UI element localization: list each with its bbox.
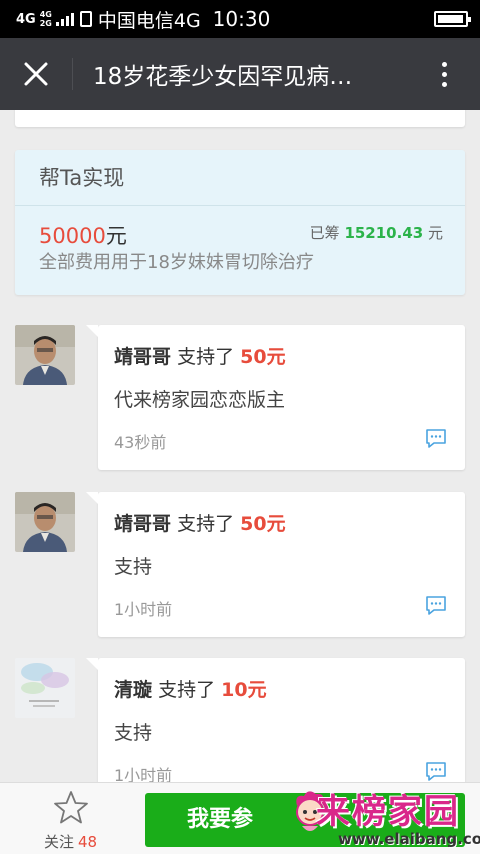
comment-bubble: 靖哥哥 支持了 50元 支持 1小时前 — [86, 492, 465, 637]
previous-card — [15, 110, 465, 127]
support-action: 支持了 — [177, 346, 235, 368]
reply-icon[interactable] — [425, 427, 447, 449]
carrier-name: 中国电信4G — [97, 9, 201, 32]
follow-label: 关注 48 — [44, 831, 97, 852]
comment-text: 代来榜家园恋恋版主 — [114, 389, 286, 411]
watermark: 来榜家园 www.elaibang.com — [278, 784, 480, 854]
comment-bubble: 靖哥哥 支持了 50元 代来榜家园恋恋版主 43秒前 — [86, 325, 465, 470]
raised-amount: 已筹 15210.43 元 — [310, 222, 443, 243]
supporter-name[interactable]: 靖哥哥 — [114, 346, 171, 368]
support-action: 支持了 — [158, 679, 216, 701]
status-time: 10:30 — [212, 7, 271, 31]
avatar[interactable] — [15, 492, 75, 552]
avatar[interactable] — [15, 325, 75, 385]
list-item: 清璇 支持了 10元 支持 1小时前 — [0, 658, 480, 782]
signal-icon — [55, 12, 74, 26]
goal-row: 50000元 已筹 15210.43 元 — [15, 206, 465, 254]
content-scroll-area[interactable]: 帮Ta实现 50000元 已筹 15210.43 元 全部费用用于18岁妹妹胃切… — [0, 110, 480, 782]
comment-time: 43秒前 — [114, 433, 167, 452]
watermark-text: 来榜家园 — [316, 792, 460, 832]
reply-icon[interactable] — [425, 594, 447, 616]
watermark-url: www.elaibang.com — [338, 830, 480, 848]
status-bar: 4G 4G 2G 中国电信4G 10:30 — [0, 0, 480, 38]
supporter-name[interactable]: 清璇 — [114, 679, 152, 701]
comment-text: 支持 — [114, 722, 153, 744]
raised-unit: 元 — [427, 224, 443, 242]
supporter-name[interactable]: 靖哥哥 — [114, 513, 171, 535]
star-icon — [54, 791, 88, 824]
network-indicator: 4G 4G 2G — [16, 10, 74, 28]
goal-amount-value: 50000 — [39, 224, 106, 248]
list-item: 靖哥哥 支持了 50元 代来榜家园恋恋版主 43秒前 — [0, 325, 480, 470]
battery-icon — [434, 11, 471, 27]
more-dot — [441, 81, 447, 87]
support-amount: 50元 — [240, 346, 286, 368]
close-button[interactable] — [0, 38, 72, 110]
goal-title: 帮Ta实现 — [15, 150, 465, 206]
nav-bar: 18岁花季少女因罕见病… — [0, 38, 480, 110]
raised-label: 已筹 — [309, 224, 340, 242]
support-amount: 10元 — [221, 679, 267, 701]
support-amount: 50元 — [240, 513, 286, 535]
follow-text: 关注 — [44, 833, 75, 851]
goal-amount: 50000元 — [39, 224, 127, 248]
comment-header: 靖哥哥 支持了 50元 — [114, 509, 286, 536]
goal-card: 帮Ta实现 50000元 已筹 15210.43 元 全部费用用于18岁妹妹胃切… — [15, 150, 465, 295]
sim-card-icon — [79, 11, 92, 27]
more-menu-button[interactable] — [408, 38, 480, 110]
comment-header: 靖哥哥 支持了 50元 — [114, 342, 286, 369]
raised-value: 15210.43 — [344, 224, 424, 242]
follow-count: 48 — [78, 833, 98, 851]
more-dot — [441, 61, 447, 67]
network-type: 4G — [16, 11, 36, 27]
goal-amount-unit: 元 — [105, 224, 127, 248]
network-type-small: 4G 2G — [40, 10, 52, 28]
support-action: 支持了 — [177, 513, 235, 535]
more-dot — [441, 71, 447, 77]
comment-text: 支持 — [114, 556, 153, 578]
comment-bubble: 清璇 支持了 10元 支持 1小时前 — [86, 658, 465, 782]
network-small-bottom: 2G — [39, 19, 52, 28]
close-icon — [24, 62, 48, 86]
reply-icon[interactable] — [425, 760, 447, 782]
network-small-top: 4G — [39, 10, 52, 19]
follow-button[interactable]: 关注 48 — [0, 783, 140, 854]
comment-time: 1小时前 — [114, 600, 173, 619]
list-item: 靖哥哥 支持了 50元 支持 1小时前 — [0, 492, 480, 637]
page-title: 18岁花季少女因罕见病… — [93, 64, 353, 90]
avatar[interactable] — [15, 658, 75, 718]
comment-header: 清璇 支持了 10元 — [114, 675, 267, 702]
comment-time: 1小时前 — [114, 766, 173, 782]
